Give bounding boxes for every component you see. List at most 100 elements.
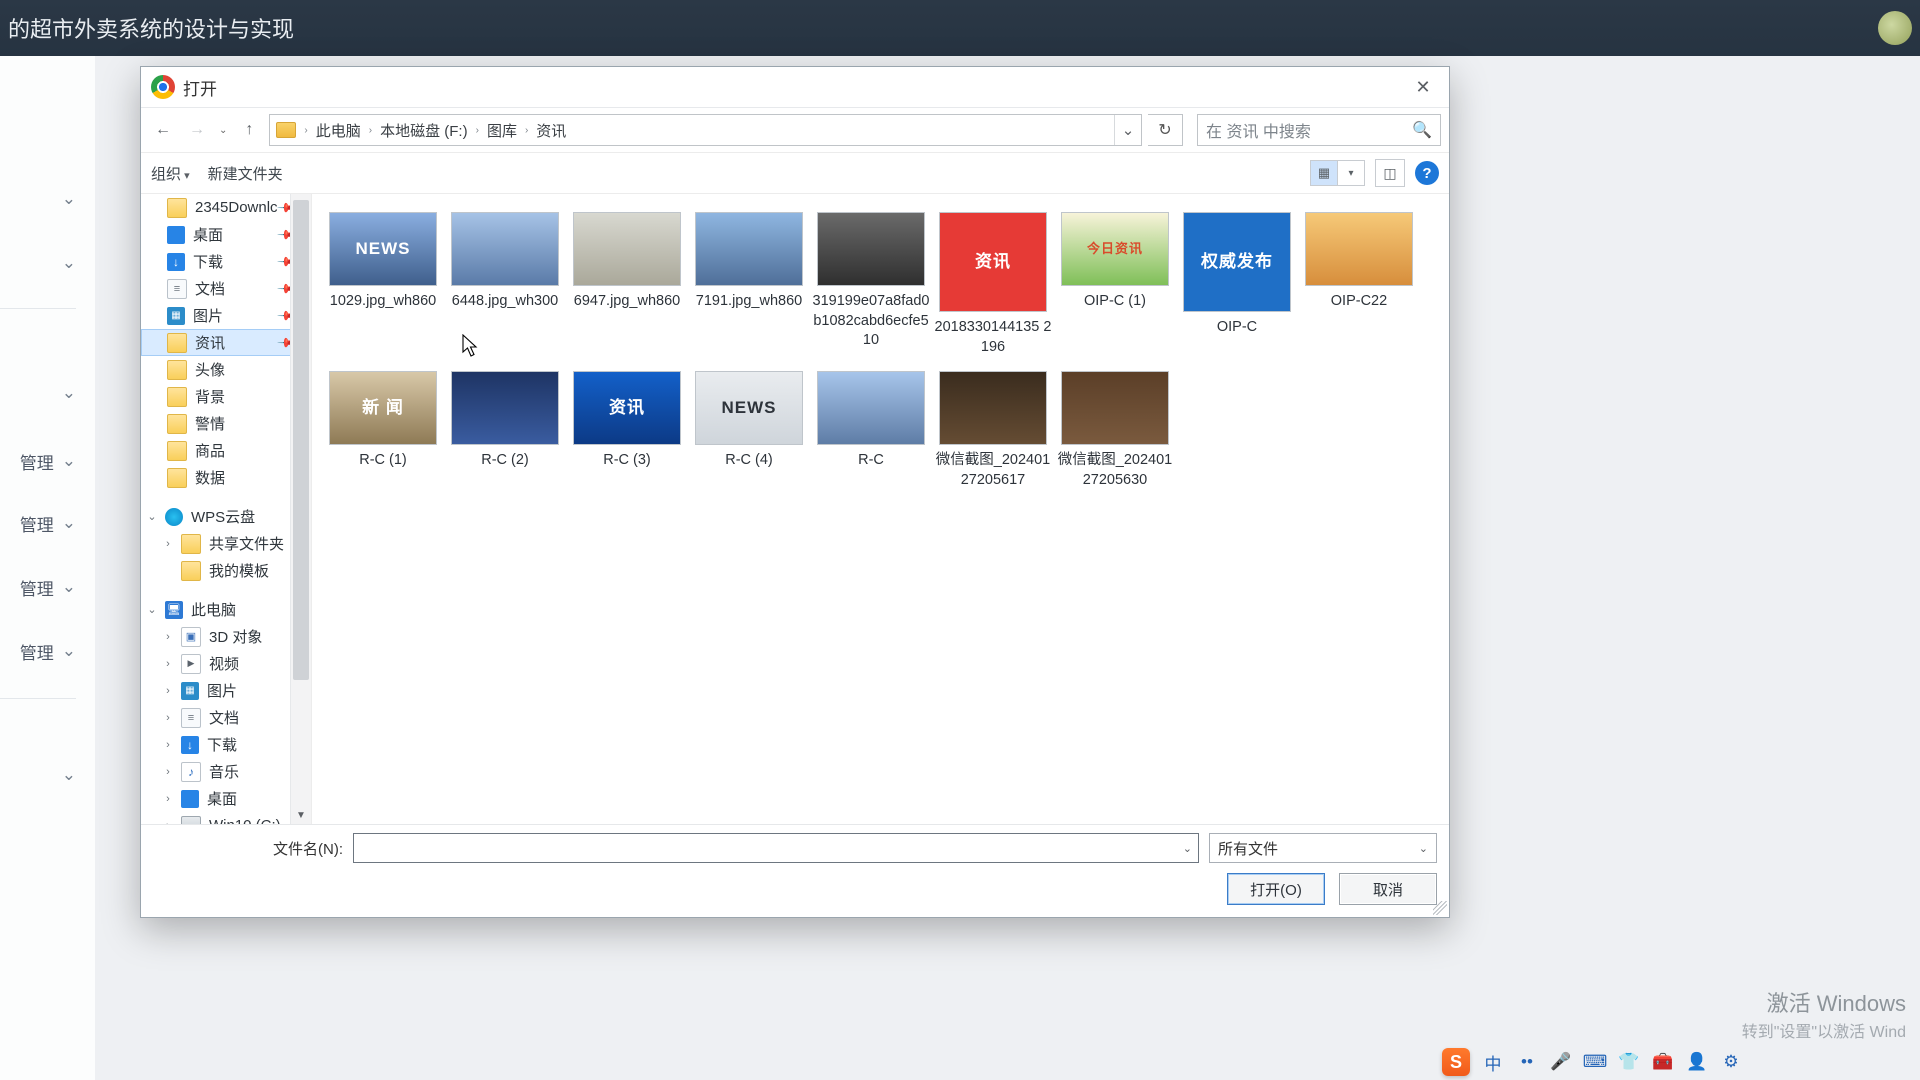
sidebar-expand-2[interactable]: ⌄ bbox=[0, 236, 86, 290]
tree-item[interactable]: 文档📌 bbox=[141, 275, 299, 302]
tree-item[interactable]: 商品 bbox=[141, 437, 299, 464]
chevron-right-icon[interactable]: › bbox=[367, 125, 374, 136]
recent-locations-button[interactable]: ⌄ bbox=[217, 125, 229, 136]
expand-toggle-icon[interactable]: ⌄ bbox=[145, 510, 159, 523]
back-button[interactable]: ← bbox=[149, 115, 177, 145]
file-item[interactable]: 今日资讯OIP-C (1) bbox=[1054, 212, 1176, 357]
file-item[interactable]: 319199e07a8fad0b1082cabd6ecfe510 bbox=[810, 212, 932, 357]
tree-item[interactable]: 2345Downlc📌 bbox=[141, 194, 299, 221]
tree-scrollbar[interactable]: ▲ ▼ bbox=[290, 194, 311, 824]
file-item[interactable]: R-C bbox=[810, 371, 932, 490]
file-item[interactable]: 资讯2018330144135 2196 bbox=[932, 212, 1054, 357]
file-item[interactable]: 资讯R-C (3) bbox=[566, 371, 688, 490]
close-button[interactable]: ✕ bbox=[1397, 67, 1449, 107]
scroll-down-icon[interactable]: ▼ bbox=[291, 806, 311, 824]
tree-item[interactable]: ›Win10 (C:) bbox=[141, 812, 299, 824]
file-item[interactable]: NEWSR-C (4) bbox=[688, 371, 810, 490]
tree-scroll-thumb[interactable] bbox=[293, 200, 309, 680]
filename-input[interactable]: ⌄ bbox=[353, 833, 1199, 863]
sidebar-item-2[interactable]: 管理⌄ bbox=[0, 496, 86, 550]
sogou-ime-icon[interactable]: S bbox=[1442, 1048, 1470, 1076]
expand-toggle-icon[interactable]: › bbox=[161, 658, 175, 670]
breadcrumb-root[interactable]: 此电脑 bbox=[310, 120, 367, 141]
file-item[interactable]: 6947.jpg_wh860 bbox=[566, 212, 688, 357]
expand-toggle-icon[interactable]: › bbox=[161, 712, 175, 724]
tree-item[interactable]: ›共享文件夹 bbox=[141, 530, 299, 557]
gear-icon[interactable]: ⚙ bbox=[1720, 1051, 1742, 1073]
expand-toggle-icon[interactable]: › bbox=[161, 820, 175, 825]
tree-item[interactable]: 背景 bbox=[141, 383, 299, 410]
tree-item[interactable]: ›桌面 bbox=[141, 785, 299, 812]
file-grid[interactable]: NEWS1029.jpg_wh8606448.jpg_wh3006947.jpg… bbox=[312, 194, 1449, 824]
file-item[interactable]: NEWS1029.jpg_wh860 bbox=[322, 212, 444, 357]
file-item[interactable]: R-C (2) bbox=[444, 371, 566, 490]
file-item[interactable]: 权威发布OIP-C bbox=[1176, 212, 1298, 357]
expand-toggle-icon[interactable]: › bbox=[161, 631, 175, 643]
chevron-down-icon[interactable]: ⌄ bbox=[1183, 842, 1192, 855]
tree-item[interactable]: 头像 bbox=[141, 356, 299, 383]
expand-toggle-icon[interactable]: › bbox=[161, 685, 175, 697]
tree-item[interactable]: 下载📌 bbox=[141, 248, 299, 275]
chevron-down-icon[interactable]: ⌄ bbox=[1419, 842, 1428, 855]
breadcrumb[interactable]: › 此电脑 › 本地磁盘 (F:) › 图库 › 资讯 ⌄ bbox=[269, 114, 1142, 146]
file-item[interactable]: 微信截图_20240127205630 bbox=[1054, 371, 1176, 490]
tree-group[interactable]: ⌄此电脑 bbox=[141, 596, 299, 623]
filetype-select[interactable]: 所有文件 ⌄ bbox=[1209, 833, 1437, 863]
sidebar-expand-1[interactable]: ⌄ bbox=[0, 172, 86, 226]
toolbox-icon[interactable]: 🧰 bbox=[1652, 1051, 1674, 1073]
tree-item[interactable]: 警情 bbox=[141, 410, 299, 437]
chevron-right-icon[interactable]: › bbox=[523, 125, 530, 136]
ime-punct-icon[interactable]: •• bbox=[1516, 1051, 1538, 1073]
organize-menu[interactable]: 组织 bbox=[151, 163, 190, 184]
breadcrumb-dropdown[interactable]: ⌄ bbox=[1114, 115, 1141, 145]
microphone-icon[interactable]: 🎤 bbox=[1550, 1051, 1572, 1073]
tree-item[interactable]: ›图片 bbox=[141, 677, 299, 704]
new-folder-button[interactable]: 新建文件夹 bbox=[208, 163, 283, 184]
tree-item[interactable]: ›下载 bbox=[141, 731, 299, 758]
tree-item[interactable]: 图片📌 bbox=[141, 302, 299, 329]
breadcrumb-folder1[interactable]: 图库 bbox=[481, 120, 523, 141]
chevron-right-icon[interactable]: › bbox=[302, 125, 309, 136]
tree-item[interactable]: 资讯📌 bbox=[141, 329, 299, 356]
file-item[interactable]: 微信截图_20240127205617 bbox=[932, 371, 1054, 490]
breadcrumb-folder2[interactable]: 资讯 bbox=[530, 120, 572, 141]
tree-item[interactable]: ›音乐 bbox=[141, 758, 299, 785]
sidebar-item-3[interactable]: 管理⌄ bbox=[0, 560, 86, 614]
refresh-button[interactable]: ↻ bbox=[1148, 114, 1183, 146]
tree-item[interactable]: ›3D 对象 bbox=[141, 623, 299, 650]
dialog-titlebar[interactable]: 打开 ✕ bbox=[141, 67, 1449, 108]
tree-group[interactable]: ⌄WPS云盘 bbox=[141, 503, 299, 530]
file-item[interactable]: 新 闻R-C (1) bbox=[322, 371, 444, 490]
keyboard-icon[interactable]: ⌨ bbox=[1584, 1051, 1606, 1073]
tree-item[interactable]: 数据 bbox=[141, 464, 299, 491]
breadcrumb-drive[interactable]: 本地磁盘 (F:) bbox=[374, 120, 474, 141]
thumbnails-view-icon[interactable]: ▦ bbox=[1311, 161, 1337, 185]
sidebar-expand-3[interactable]: ⌄ bbox=[0, 366, 86, 420]
sidebar-expand-4[interactable]: ⌄ bbox=[0, 748, 86, 802]
help-button[interactable]: ? bbox=[1415, 161, 1439, 185]
forward-button[interactable]: → bbox=[183, 115, 211, 145]
sidebar-item-4[interactable]: 管理⌄ bbox=[0, 624, 86, 678]
expand-toggle-icon[interactable]: › bbox=[161, 793, 175, 805]
expand-toggle-icon[interactable]: › bbox=[161, 766, 175, 778]
ime-lang-button[interactable]: 中 bbox=[1482, 1051, 1504, 1073]
chevron-down-icon[interactable]: ▾ bbox=[1337, 161, 1364, 185]
expand-toggle-icon[interactable]: › bbox=[161, 739, 175, 751]
view-mode-selector[interactable]: ▦ ▾ bbox=[1310, 160, 1365, 186]
up-button[interactable]: ↑ bbox=[235, 115, 263, 145]
user-icon[interactable]: 👤 bbox=[1686, 1051, 1708, 1073]
tree-item[interactable]: 桌面📌 bbox=[141, 221, 299, 248]
cancel-button[interactable]: 取消 bbox=[1339, 873, 1437, 905]
search-input[interactable]: 在 资讯 中搜索 🔍 bbox=[1197, 114, 1441, 146]
preview-pane-toggle[interactable]: ◫ bbox=[1375, 159, 1405, 187]
tree-item[interactable]: ›文档 bbox=[141, 704, 299, 731]
file-item[interactable]: 7191.jpg_wh860 bbox=[688, 212, 810, 357]
expand-toggle-icon[interactable]: ⌄ bbox=[145, 603, 159, 616]
tree-item[interactable]: ›视频 bbox=[141, 650, 299, 677]
file-item[interactable]: OIP-C22 bbox=[1298, 212, 1420, 357]
avatar[interactable] bbox=[1878, 11, 1912, 45]
open-button[interactable]: 打开(O) bbox=[1227, 873, 1325, 905]
search-icon[interactable]: 🔍 bbox=[1412, 120, 1432, 140]
sidebar-item-1[interactable]: 管理⌄ bbox=[0, 434, 86, 488]
expand-toggle-icon[interactable]: › bbox=[161, 538, 175, 550]
